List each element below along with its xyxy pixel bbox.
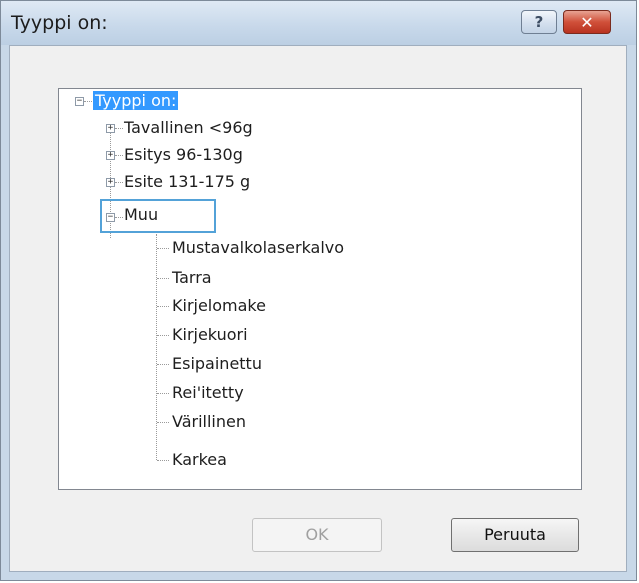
tree-guide-line	[157, 278, 169, 279]
tree-item-mustavalkolaserkalvo[interactable]: Mustavalkolaserkalvo	[172, 237, 344, 259]
tree-item-root[interactable]: Tyyppi on:	[93, 90, 179, 112]
tree-guide-line	[157, 422, 169, 423]
tree-guide-line	[157, 335, 169, 336]
tree-item-reiitetty[interactable]: Rei'itetty	[172, 382, 244, 404]
tree-item-label: Tyyppi on:	[93, 91, 179, 110]
tree-item-label: Karkea	[172, 450, 227, 469]
tree-guide-line	[157, 248, 169, 249]
tree-guide-line	[115, 182, 123, 183]
title-bar[interactable]: Tyyppi on: ? ✕	[1, 1, 636, 45]
tree-guide-line	[115, 155, 123, 156]
cancel-button[interactable]: Peruuta	[451, 518, 579, 552]
expand-icon[interactable]: +	[106, 151, 115, 160]
tree-guide-line	[157, 393, 169, 394]
tree-item-label: Rei'itetty	[172, 383, 244, 402]
close-icon: ✕	[580, 12, 594, 32]
dialog-title: Tyyppi on:	[11, 12, 108, 34]
question-mark-icon: ?	[534, 13, 544, 31]
collapse-icon[interactable]: −	[75, 97, 84, 106]
close-button[interactable]: ✕	[563, 10, 611, 34]
tree-item-esite[interactable]: Esite 131-175 g	[124, 171, 250, 193]
tree-guide-line	[115, 217, 123, 218]
media-type-tree[interactable]: − Tyyppi on: + Tavallinen <96g + Esitys …	[58, 88, 582, 490]
tree-item-muu[interactable]: Muu	[124, 204, 158, 226]
dialog-client-area: − Tyyppi on: + Tavallinen <96g + Esitys …	[9, 45, 627, 572]
tree-item-esipainettu[interactable]: Esipainettu	[172, 353, 262, 375]
tree-item-label: Muu	[124, 205, 159, 224]
tree-item-varillinen[interactable]: Värillinen	[172, 411, 246, 433]
tree-item-label: Esipainettu	[172, 354, 262, 373]
tree-guide-line	[115, 128, 123, 129]
tree-item-label: Mustavalkolaserkalvo	[172, 238, 345, 257]
tree-guide-line	[156, 234, 157, 460]
tree-guide-line	[84, 101, 92, 102]
tree-item-label: Esite 131-175 g	[124, 172, 251, 191]
tree-item-tarra[interactable]: Tarra	[172, 267, 212, 289]
tree-item-tavallinen[interactable]: Tavallinen <96g	[124, 117, 253, 139]
collapse-icon[interactable]: −	[106, 213, 115, 222]
tree-item-label: Esitys 96-130g	[124, 145, 243, 164]
tree-guide-line	[157, 364, 169, 365]
dialog-window: Tyyppi on: ? ✕ − Tyyppi on: + Tavallinen…	[0, 0, 637, 581]
tree-item-kirjelomake[interactable]: Kirjelomake	[172, 295, 266, 317]
tree-guide-line	[157, 460, 169, 461]
expand-icon[interactable]: +	[106, 124, 115, 133]
ok-button[interactable]: OK	[252, 518, 382, 552]
tree-item-label: Värillinen	[172, 412, 246, 431]
tree-item-label: Tavallinen <96g	[124, 118, 253, 137]
expand-icon[interactable]: +	[106, 178, 115, 187]
tree-item-kirjekuori[interactable]: Kirjekuori	[172, 324, 248, 346]
tree-item-esitys[interactable]: Esitys 96-130g	[124, 144, 243, 166]
tree-item-label: Tarra	[172, 268, 212, 287]
tree-guide-line	[157, 306, 169, 307]
tree-item-karkea[interactable]: Karkea	[172, 449, 227, 471]
tree-item-label: Kirjekuori	[172, 325, 248, 344]
help-button[interactable]: ?	[521, 10, 557, 34]
tree-item-label: Kirjelomake	[172, 296, 266, 315]
